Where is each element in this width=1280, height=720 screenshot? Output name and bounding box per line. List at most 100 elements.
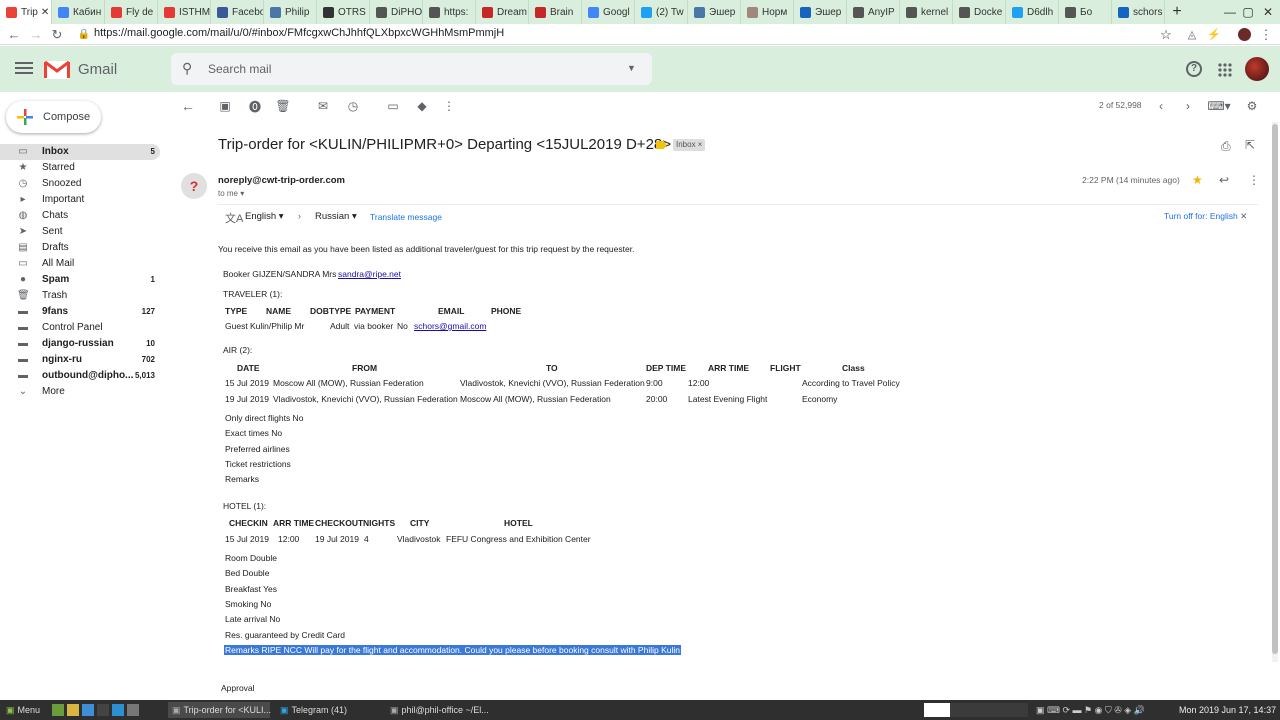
browser-tab[interactable]: DiPHO — [370, 0, 423, 24]
browser-tab[interactable]: Facebo — [211, 0, 264, 24]
compose-button[interactable]: Compose — [6, 101, 101, 133]
tray-icons[interactable]: ▣ ⌨ ⟳ ▬ ⚑ ◉ ⛉ ✇ ◈ 🔊 — [1032, 702, 1145, 718]
label-icon[interactable]: ◆ — [414, 98, 430, 114]
back-to-inbox-icon[interactable]: ← — [180, 98, 196, 114]
sidebar-item[interactable]: ▭ Inbox 5 — [0, 144, 160, 160]
taskbar-window[interactable]: ▣ Telegram (41) — [276, 702, 380, 718]
sender-email[interactable]: noreply@cwt-trip-order.com — [218, 175, 345, 186]
browser-tab[interactable]: Brain — [529, 0, 582, 24]
more-actions-icon[interactable]: ⋮ — [441, 98, 457, 114]
quick-launch-icons[interactable] — [48, 702, 139, 718]
search-input[interactable]: Search mail — [208, 62, 271, 76]
browser-tab[interactable]: Fly de — [105, 0, 158, 24]
help-icon[interactable]: ? — [1186, 61, 1202, 77]
back-icon[interactable]: ← — [4, 25, 24, 44]
browser-tab[interactable]: Trip ✕ — [0, 0, 52, 24]
browser-tab[interactable]: AnyIP — [847, 0, 900, 24]
browser-tab[interactable]: Dream — [476, 0, 529, 24]
workspace-pager[interactable] — [950, 703, 1028, 717]
mark-unread-icon[interactable]: ✉ — [315, 98, 331, 114]
newer-icon[interactable]: ‹ — [1153, 98, 1169, 114]
older-icon[interactable]: › — [1180, 98, 1196, 114]
star-icon[interactable]: ★ — [1192, 173, 1203, 187]
taskbar-window[interactable]: ▣ phil@phil-office ~/El... — [386, 702, 496, 718]
sidebar-item[interactable]: ▬ nginx-ru 702 — [0, 352, 160, 368]
reload-icon[interactable]: ↻ — [47, 25, 67, 44]
close-window-icon[interactable]: ✕ — [1258, 2, 1278, 22]
sidebar-item[interactable]: ▤ Drafts — [0, 240, 160, 256]
main-menu-icon[interactable] — [15, 60, 33, 76]
move-to-icon[interactable]: ▭ — [385, 98, 401, 114]
report-spam-icon[interactable]: ⓿ — [247, 98, 263, 114]
taskbar-window[interactable]: ▣ Trip-order for <KULI... — [168, 702, 271, 718]
sidebar-item[interactable]: ⌄ More — [0, 384, 160, 400]
url-field[interactable]: https://mail.google.com/mail/u/0/#inbox/… — [94, 27, 504, 39]
browser-tab[interactable]: kernel — [900, 0, 953, 24]
browser-tab[interactable]: OTRS — [317, 0, 370, 24]
turn-off-translate-link[interactable]: Turn off for: English ✕ — [1164, 211, 1247, 222]
booker-email-link[interactable]: sandra@ripe.net — [338, 269, 401, 279]
reply-icon[interactable]: ↩ — [1219, 173, 1229, 187]
search-options-icon[interactable]: ▼ — [627, 63, 636, 73]
browser-tab[interactable]: Googl — [582, 0, 635, 24]
sidebar-item[interactable]: ➤ Sent — [0, 224, 160, 240]
sidebar-item[interactable]: ▬ outbound@dipho... 5,013 — [0, 368, 160, 384]
extension-drive-icon[interactable]: ◬ — [1182, 25, 1202, 44]
browser-tab[interactable]: D6dlh — [1006, 0, 1059, 24]
sidebar-item[interactable]: ▭ All Mail — [0, 256, 160, 272]
target-language-select[interactable]: Russian ▾ — [315, 211, 357, 222]
sidebar-item[interactable]: ▬ django-russian 10 — [0, 336, 160, 352]
sidebar-item[interactable]: ● Spam 1 — [0, 272, 160, 288]
gmail-logo-icon[interactable] — [44, 60, 70, 79]
sidebar-item[interactable]: ▬ Control Panel — [0, 320, 160, 336]
new-tab-button[interactable]: + — [1165, 0, 1189, 24]
clock[interactable]: Mon 2019 Jun 17, 14:37 — [1175, 702, 1276, 718]
browser-tab[interactable]: (2) Tw — [635, 0, 688, 24]
delete-icon[interactable]: 🗑 — [275, 98, 291, 114]
workspace-1[interactable] — [924, 703, 950, 717]
browser-tab[interactable]: Docke — [953, 0, 1006, 24]
input-tools-icon[interactable]: ⌨▾ — [1207, 98, 1231, 114]
settings-gear-icon[interactable]: ⚙ — [1244, 98, 1260, 114]
extension-bolt-icon[interactable]: ⚡ — [1204, 25, 1224, 44]
scrollbar-thumb[interactable] — [1272, 124, 1278, 654]
browser-tab[interactable]: Philip — [264, 0, 317, 24]
open-new-window-icon[interactable]: ⇱ — [1245, 138, 1255, 152]
translate-message-link[interactable]: Translate message — [370, 212, 442, 222]
browser-tab[interactable]: Кабин — [52, 0, 105, 24]
table-cell[interactable]: schors@gmail.com — [414, 321, 486, 331]
sidebar-item[interactable]: ▬ 9fans 127 — [0, 304, 160, 320]
browser-tab[interactable]: Эшер — [794, 0, 847, 24]
recipient-summary[interactable]: to me ▾ — [218, 189, 244, 198]
minimize-icon[interactable]: — — [1220, 2, 1240, 22]
search-box[interactable]: ⚲ Search mail ▼ — [171, 53, 652, 85]
tab-close-icon[interactable]: ✕ — [41, 7, 49, 18]
browser-tab[interactable]: https: — [423, 0, 476, 24]
account-avatar[interactable] — [1245, 57, 1269, 81]
sidebar-item[interactable]: 🗑 Trash — [0, 288, 160, 304]
details-chevron-icon[interactable]: ▾ — [240, 189, 244, 198]
browser-tab[interactable]: ISTHM — [158, 0, 211, 24]
bookmark-star-icon[interactable]: ☆ — [1156, 25, 1176, 44]
browser-tab[interactable]: Норм — [741, 0, 794, 24]
apps-grid-icon[interactable] — [1218, 63, 1232, 77]
snooze-icon[interactable]: ◷ — [345, 98, 361, 114]
archive-icon[interactable]: ▣ — [217, 98, 233, 114]
more-options-icon[interactable]: ⋮ — [1248, 173, 1260, 187]
inbox-label-chip[interactable]: Inbox × — [673, 139, 706, 151]
sidebar-item[interactable]: ◷ Snoozed — [0, 176, 160, 192]
browser-tab[interactable]: Эшер — [688, 0, 741, 24]
sidebar-item[interactable]: ★ Starred — [0, 160, 160, 176]
maximize-icon[interactable]: ▢ — [1238, 2, 1258, 22]
print-icon[interactable]: ⎙ — [1221, 139, 1231, 154]
search-icon[interactable]: ⚲ — [182, 60, 192, 77]
browser-tab[interactable]: Бо — [1059, 0, 1112, 24]
source-language-select[interactable]: English ▾ — [245, 211, 284, 222]
start-menu-button[interactable]: ▣ Menu — [2, 702, 40, 718]
profile-avatar-small[interactable] — [1234, 25, 1254, 44]
sidebar-item[interactable]: ◍ Chats — [0, 208, 160, 224]
browser-tab[interactable]: schors — [1112, 0, 1165, 24]
browser-menu-icon[interactable]: ⋮ — [1256, 25, 1276, 44]
forward-icon[interactable]: → — [26, 25, 46, 44]
sidebar-item[interactable]: ▸ Important — [0, 192, 160, 208]
